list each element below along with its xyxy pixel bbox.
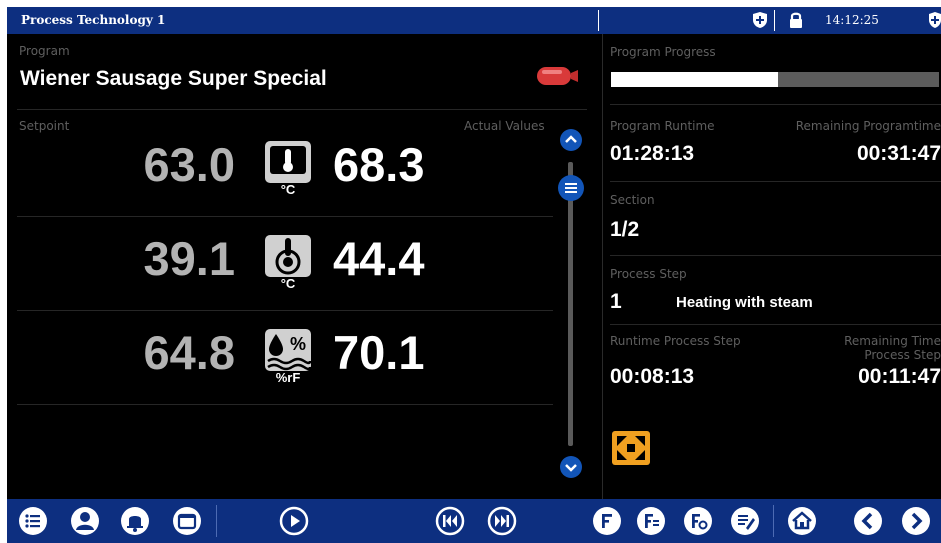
actual-values-label: Actual Values [464, 119, 545, 133]
play-button[interactable] [279, 506, 309, 536]
alarm-bell-icon[interactable] [120, 506, 150, 536]
program-name: Wiener Sausage Super Special [20, 67, 327, 90]
actual-value: 44.4 [333, 232, 425, 285]
progress-fill [611, 72, 779, 87]
section-value: 1/2 [610, 218, 640, 241]
forward-arrow-icon[interactable] [901, 506, 931, 536]
program-progress-label: Program Progress [610, 45, 716, 59]
toolbar-divider [773, 505, 774, 537]
program-f-icon[interactable] [592, 506, 622, 536]
separator [610, 181, 941, 182]
skip-back-button[interactable] [435, 506, 465, 536]
lock-icon[interactable] [788, 11, 804, 29]
bottom-toolbar [7, 499, 941, 543]
program-runtime-label: Program Runtime [610, 119, 715, 133]
sausage-icon [537, 67, 578, 85]
unit-label: °C [280, 182, 296, 197]
scroll-thumb[interactable] [558, 175, 584, 201]
section-label: Section [610, 193, 655, 207]
process-step-number: 1 [610, 290, 622, 313]
scroll-up-button[interactable] [560, 129, 582, 151]
shield-plus-icon[interactable] [751, 11, 769, 29]
scroll-down-button[interactable] [560, 456, 582, 478]
fan-circulation-icon[interactable] [612, 431, 650, 465]
panel-divider [602, 34, 603, 499]
top-bar-divider [598, 10, 599, 31]
separator [17, 310, 553, 311]
setpoint-value[interactable]: 39.1 [115, 231, 235, 286]
clock: 14:12:25 [825, 13, 879, 27]
separator [610, 324, 941, 325]
program-settings-icon[interactable] [683, 506, 713, 536]
back-arrow-icon[interactable] [853, 506, 883, 536]
separator [17, 404, 553, 405]
top-bar: Process Technology 1 14:12:25 [7, 7, 941, 34]
process-step-label: Process Step [610, 267, 687, 281]
skip-forward-button[interactable] [487, 506, 517, 536]
toolbar-divider [216, 505, 217, 537]
core-temperature-icon [265, 235, 311, 277]
separator [610, 255, 941, 256]
remaining-time-process-step-value: 00:11:47 [858, 365, 941, 388]
unit-label: %rF [275, 370, 301, 385]
humidity-icon: % [265, 329, 312, 371]
window-icon[interactable] [172, 506, 202, 536]
main-panel: Program Wiener Sausage Super Special Set… [7, 34, 941, 499]
actual-value: 70.1 [333, 326, 425, 379]
program-edit-icon[interactable] [636, 506, 666, 536]
app-title: Process Technology 1 [21, 13, 166, 27]
separator [17, 109, 587, 110]
svg-text:%: % [290, 334, 306, 354]
top-bar-divider [774, 10, 775, 31]
remaining-programtime-label: Remaining Programtime [795, 119, 941, 133]
runtime-process-step-value: 00:08:13 [610, 365, 695, 388]
actual-value: 68.3 [333, 138, 425, 191]
setpoint-value[interactable]: 64.8 [115, 325, 235, 380]
setpoint-value[interactable]: 63.0 [115, 137, 235, 192]
remaining-time-process-step-label: Process Step [864, 348, 941, 362]
menu-list-icon[interactable] [18, 506, 48, 536]
shield-plus-icon[interactable] [929, 11, 941, 29]
notes-edit-icon[interactable] [730, 506, 760, 536]
setpoint-label: Setpoint [19, 119, 70, 133]
remaining-time-label: Remaining Time [844, 334, 941, 348]
scrollbar-track[interactable] [568, 162, 573, 446]
separator [17, 216, 553, 217]
chamber-temperature-icon [265, 141, 311, 183]
program-progress-bar [611, 72, 939, 87]
remaining-programtime-value: 00:31:47 [856, 142, 941, 165]
runtime-process-step-label: Runtime Process Step [610, 334, 741, 348]
unit-label: °C [280, 276, 296, 291]
process-step-name: Heating with steam [676, 294, 813, 311]
home-icon[interactable] [787, 506, 817, 536]
separator [610, 104, 941, 105]
user-icon[interactable] [70, 506, 100, 536]
program-label: Program [19, 44, 70, 58]
program-runtime-value: 01:28:13 [610, 142, 695, 165]
